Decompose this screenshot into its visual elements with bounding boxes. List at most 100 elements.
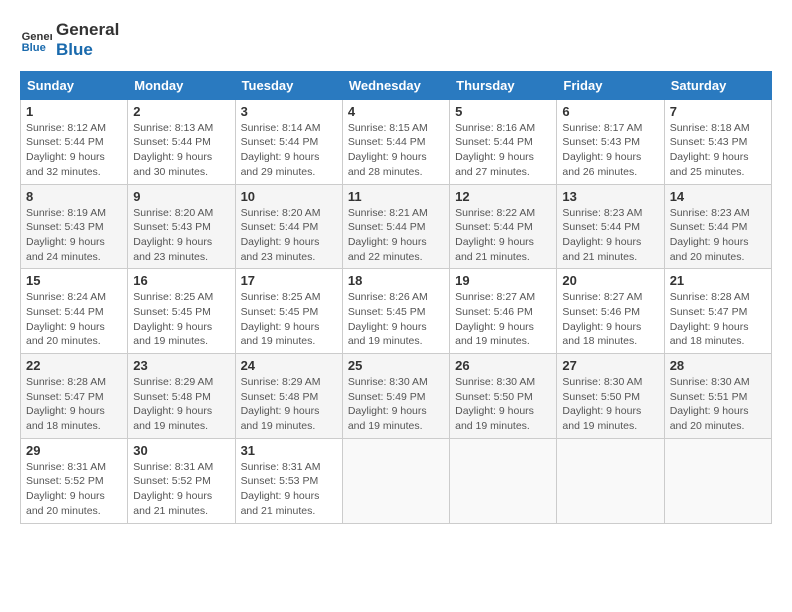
day-number: 1 — [26, 104, 122, 119]
day-cell: 1 Sunrise: 8:12 AMSunset: 5:44 PMDayligh… — [21, 99, 128, 184]
day-cell: 12 Sunrise: 8:22 AMSunset: 5:44 PMDaylig… — [450, 184, 557, 269]
svg-text:Blue: Blue — [22, 43, 46, 55]
day-content: Sunrise: 8:30 AMSunset: 5:50 PMDaylight:… — [455, 376, 535, 432]
week-row-2: 8 Sunrise: 8:19 AMSunset: 5:43 PMDayligh… — [21, 184, 772, 269]
weekday-sunday: Sunday — [21, 71, 128, 99]
day-content: Sunrise: 8:22 AMSunset: 5:44 PMDaylight:… — [455, 207, 535, 263]
day-cell — [342, 438, 449, 523]
day-number: 24 — [241, 358, 337, 373]
page-header: General Blue General Blue — [20, 20, 772, 61]
day-cell: 17 Sunrise: 8:25 AMSunset: 5:45 PMDaylig… — [235, 269, 342, 354]
day-cell: 28 Sunrise: 8:30 AMSunset: 5:51 PMDaylig… — [664, 354, 771, 439]
day-cell — [450, 438, 557, 523]
calendar-table: SundayMondayTuesdayWednesdayThursdayFrid… — [20, 71, 772, 524]
day-number: 6 — [562, 104, 658, 119]
day-number: 14 — [670, 189, 766, 204]
day-cell: 26 Sunrise: 8:30 AMSunset: 5:50 PMDaylig… — [450, 354, 557, 439]
week-row-3: 15 Sunrise: 8:24 AMSunset: 5:44 PMDaylig… — [21, 269, 772, 354]
logo-general: General — [56, 20, 119, 40]
day-cell: 19 Sunrise: 8:27 AMSunset: 5:46 PMDaylig… — [450, 269, 557, 354]
day-number: 2 — [133, 104, 229, 119]
day-number: 13 — [562, 189, 658, 204]
day-number: 7 — [670, 104, 766, 119]
day-number: 17 — [241, 273, 337, 288]
day-cell: 14 Sunrise: 8:23 AMSunset: 5:44 PMDaylig… — [664, 184, 771, 269]
day-number: 3 — [241, 104, 337, 119]
weekday-header-row: SundayMondayTuesdayWednesdayThursdayFrid… — [21, 71, 772, 99]
day-content: Sunrise: 8:31 AMSunset: 5:52 PMDaylight:… — [133, 461, 213, 517]
day-content: Sunrise: 8:19 AMSunset: 5:43 PMDaylight:… — [26, 207, 106, 263]
day-number: 30 — [133, 443, 229, 458]
day-cell: 24 Sunrise: 8:29 AMSunset: 5:48 PMDaylig… — [235, 354, 342, 439]
day-number: 26 — [455, 358, 551, 373]
logo-icon: General Blue — [20, 24, 52, 56]
day-content: Sunrise: 8:30 AMSunset: 5:50 PMDaylight:… — [562, 376, 642, 432]
day-number: 10 — [241, 189, 337, 204]
day-cell: 22 Sunrise: 8:28 AMSunset: 5:47 PMDaylig… — [21, 354, 128, 439]
day-content: Sunrise: 8:25 AMSunset: 5:45 PMDaylight:… — [133, 291, 213, 347]
day-number: 5 — [455, 104, 551, 119]
day-cell: 21 Sunrise: 8:28 AMSunset: 5:47 PMDaylig… — [664, 269, 771, 354]
day-content: Sunrise: 8:24 AMSunset: 5:44 PMDaylight:… — [26, 291, 106, 347]
weekday-saturday: Saturday — [664, 71, 771, 99]
day-cell: 5 Sunrise: 8:16 AMSunset: 5:44 PMDayligh… — [450, 99, 557, 184]
day-number: 9 — [133, 189, 229, 204]
day-content: Sunrise: 8:21 AMSunset: 5:44 PMDaylight:… — [348, 207, 428, 263]
day-cell: 6 Sunrise: 8:17 AMSunset: 5:43 PMDayligh… — [557, 99, 664, 184]
day-number: 29 — [26, 443, 122, 458]
day-content: Sunrise: 8:29 AMSunset: 5:48 PMDaylight:… — [241, 376, 321, 432]
day-content: Sunrise: 8:29 AMSunset: 5:48 PMDaylight:… — [133, 376, 213, 432]
day-cell: 2 Sunrise: 8:13 AMSunset: 5:44 PMDayligh… — [128, 99, 235, 184]
day-content: Sunrise: 8:28 AMSunset: 5:47 PMDaylight:… — [670, 291, 750, 347]
day-content: Sunrise: 8:27 AMSunset: 5:46 PMDaylight:… — [455, 291, 535, 347]
day-cell: 23 Sunrise: 8:29 AMSunset: 5:48 PMDaylig… — [128, 354, 235, 439]
day-number: 18 — [348, 273, 444, 288]
day-cell: 3 Sunrise: 8:14 AMSunset: 5:44 PMDayligh… — [235, 99, 342, 184]
day-content: Sunrise: 8:25 AMSunset: 5:45 PMDaylight:… — [241, 291, 321, 347]
day-content: Sunrise: 8:27 AMSunset: 5:46 PMDaylight:… — [562, 291, 642, 347]
day-number: 27 — [562, 358, 658, 373]
day-content: Sunrise: 8:30 AMSunset: 5:51 PMDaylight:… — [670, 376, 750, 432]
day-content: Sunrise: 8:31 AMSunset: 5:53 PMDaylight:… — [241, 461, 321, 517]
day-number: 23 — [133, 358, 229, 373]
week-row-5: 29 Sunrise: 8:31 AMSunset: 5:52 PMDaylig… — [21, 438, 772, 523]
day-number: 21 — [670, 273, 766, 288]
day-cell: 4 Sunrise: 8:15 AMSunset: 5:44 PMDayligh… — [342, 99, 449, 184]
day-content: Sunrise: 8:15 AMSunset: 5:44 PMDaylight:… — [348, 122, 428, 178]
day-cell — [664, 438, 771, 523]
day-cell: 31 Sunrise: 8:31 AMSunset: 5:53 PMDaylig… — [235, 438, 342, 523]
day-cell: 25 Sunrise: 8:30 AMSunset: 5:49 PMDaylig… — [342, 354, 449, 439]
day-cell: 10 Sunrise: 8:20 AMSunset: 5:44 PMDaylig… — [235, 184, 342, 269]
weekday-monday: Monday — [128, 71, 235, 99]
day-number: 15 — [26, 273, 122, 288]
weekday-tuesday: Tuesday — [235, 71, 342, 99]
day-number: 4 — [348, 104, 444, 119]
day-number: 20 — [562, 273, 658, 288]
day-number: 8 — [26, 189, 122, 204]
day-cell — [557, 438, 664, 523]
day-content: Sunrise: 8:23 AMSunset: 5:44 PMDaylight:… — [670, 207, 750, 263]
day-content: Sunrise: 8:20 AMSunset: 5:43 PMDaylight:… — [133, 207, 213, 263]
day-cell: 9 Sunrise: 8:20 AMSunset: 5:43 PMDayligh… — [128, 184, 235, 269]
day-cell: 11 Sunrise: 8:21 AMSunset: 5:44 PMDaylig… — [342, 184, 449, 269]
day-cell: 16 Sunrise: 8:25 AMSunset: 5:45 PMDaylig… — [128, 269, 235, 354]
day-content: Sunrise: 8:12 AMSunset: 5:44 PMDaylight:… — [26, 122, 106, 178]
day-cell: 30 Sunrise: 8:31 AMSunset: 5:52 PMDaylig… — [128, 438, 235, 523]
logo-blue: Blue — [56, 40, 119, 60]
weekday-wednesday: Wednesday — [342, 71, 449, 99]
day-content: Sunrise: 8:14 AMSunset: 5:44 PMDaylight:… — [241, 122, 321, 178]
day-number: 16 — [133, 273, 229, 288]
day-number: 11 — [348, 189, 444, 204]
day-number: 31 — [241, 443, 337, 458]
day-content: Sunrise: 8:31 AMSunset: 5:52 PMDaylight:… — [26, 461, 106, 517]
day-cell: 13 Sunrise: 8:23 AMSunset: 5:44 PMDaylig… — [557, 184, 664, 269]
day-content: Sunrise: 8:28 AMSunset: 5:47 PMDaylight:… — [26, 376, 106, 432]
logo: General Blue General Blue — [20, 20, 119, 61]
weekday-thursday: Thursday — [450, 71, 557, 99]
day-content: Sunrise: 8:23 AMSunset: 5:44 PMDaylight:… — [562, 207, 642, 263]
day-content: Sunrise: 8:17 AMSunset: 5:43 PMDaylight:… — [562, 122, 642, 178]
day-content: Sunrise: 8:20 AMSunset: 5:44 PMDaylight:… — [241, 207, 321, 263]
week-row-4: 22 Sunrise: 8:28 AMSunset: 5:47 PMDaylig… — [21, 354, 772, 439]
day-content: Sunrise: 8:16 AMSunset: 5:44 PMDaylight:… — [455, 122, 535, 178]
day-content: Sunrise: 8:30 AMSunset: 5:49 PMDaylight:… — [348, 376, 428, 432]
